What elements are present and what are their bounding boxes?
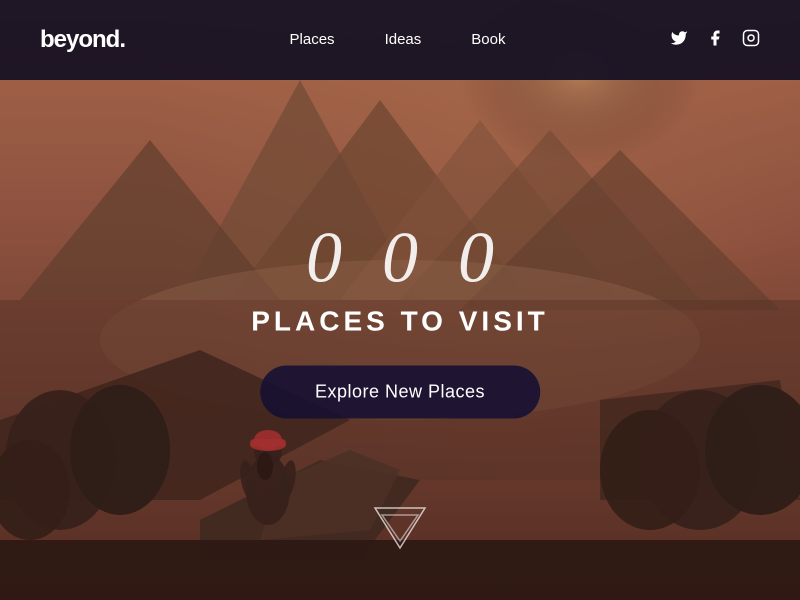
counter-row: 0 0 0 xyxy=(251,222,549,294)
hero-subtitle: PLACES TO VISIT xyxy=(251,306,549,338)
instagram-icon[interactable] xyxy=(742,29,760,52)
navbar: beyond. Places Ideas Book xyxy=(0,0,800,80)
counter-digit-2: 0 xyxy=(382,222,418,294)
nav-link-book[interactable]: Book xyxy=(471,31,505,48)
scroll-triangle-icon xyxy=(370,503,430,555)
counter-digit-1: 0 xyxy=(306,222,342,294)
explore-button[interactable]: Explore New Places xyxy=(260,366,540,419)
nav-links: Places Ideas Book xyxy=(290,31,506,49)
counter-digit-3: 0 xyxy=(458,222,494,294)
twitter-icon[interactable] xyxy=(670,29,688,52)
brand-logo: beyond. xyxy=(40,26,125,54)
nav-item-ideas[interactable]: Ideas xyxy=(385,31,422,49)
page-wrapper: beyond. Places Ideas Book xyxy=(0,0,800,600)
nav-item-places[interactable]: Places xyxy=(290,31,335,49)
scroll-indicator[interactable] xyxy=(370,503,430,560)
social-links xyxy=(670,29,760,52)
hero-content: 0 0 0 PLACES TO VISIT Explore New Places xyxy=(251,222,549,419)
nav-link-ideas[interactable]: Ideas xyxy=(385,31,422,48)
nav-link-places[interactable]: Places xyxy=(290,31,335,48)
facebook-icon[interactable] xyxy=(706,29,724,52)
nav-item-book[interactable]: Book xyxy=(471,31,505,49)
